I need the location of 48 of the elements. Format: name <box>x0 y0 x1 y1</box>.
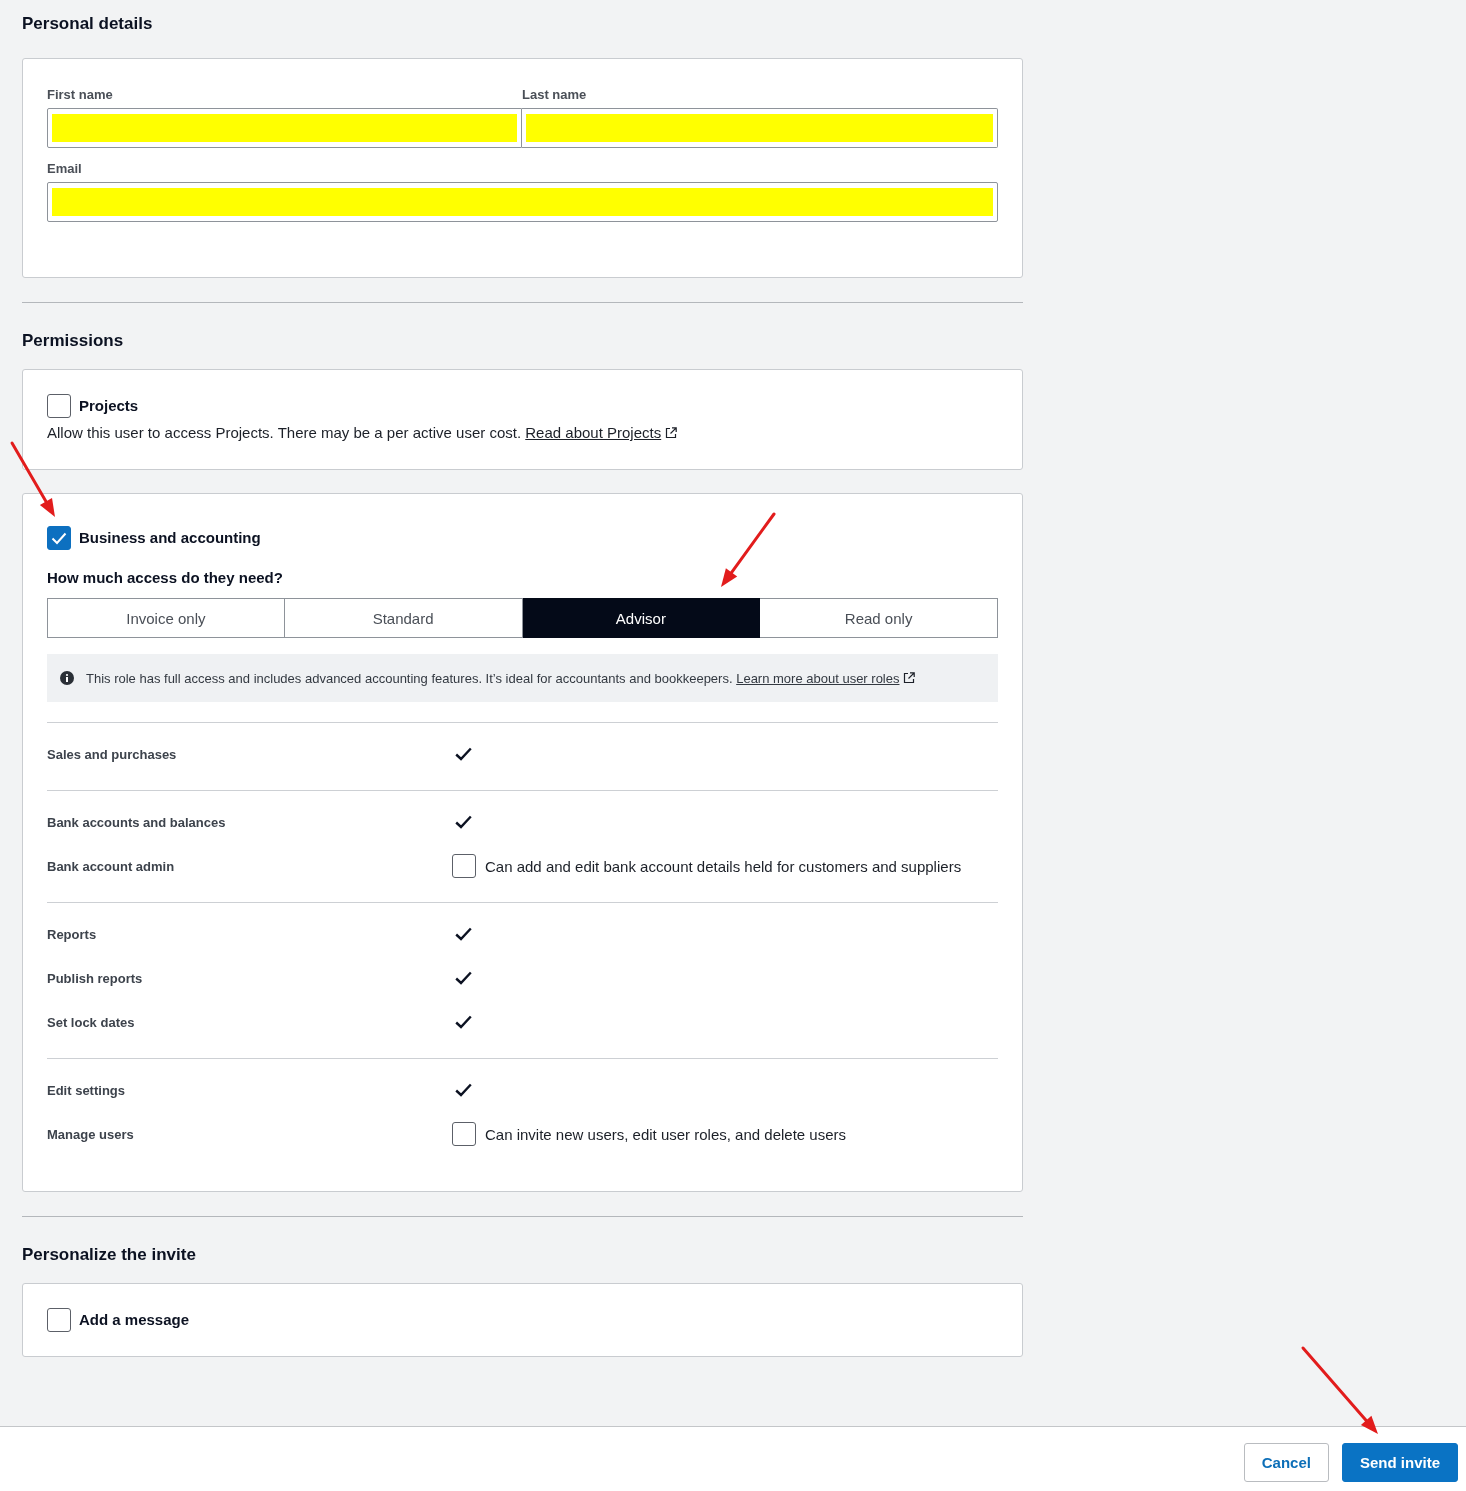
check-icon <box>455 747 472 761</box>
checkbox-label: Projects <box>79 396 139 416</box>
checkbox[interactable] <box>47 394 71 418</box>
section-heading: Personalize the invite <box>22 1244 197 1266</box>
checkbox[interactable] <box>452 854 476 878</box>
external-link-icon <box>903 672 916 684</box>
check-icon <box>455 971 472 985</box>
permission-label: Set lock dates <box>47 1014 136 1030</box>
field-label: Email <box>47 161 83 177</box>
permission-label: Sales and purchases <box>47 746 178 762</box>
permission-label: Reports <box>47 926 98 942</box>
section-heading: Permissions <box>22 330 125 352</box>
input-field[interactable] <box>47 182 998 222</box>
role-tab[interactable]: Read only <box>760 598 998 638</box>
check-icon <box>455 927 472 941</box>
external-link-icon <box>665 427 678 439</box>
check-icon <box>51 531 67 545</box>
role-tab[interactable]: Invoice only <box>47 598 285 638</box>
help-link[interactable]: Read about Projects <box>525 423 678 443</box>
permission-label: Bank accounts and balances <box>47 814 227 830</box>
field-label: First name <box>47 87 114 103</box>
section-heading: Personal details <box>22 13 154 35</box>
help-link[interactable]: Learn more about user roles <box>736 670 916 686</box>
role-tab[interactable]: Advisor <box>522 598 761 638</box>
permission-label: Manage users <box>47 1126 135 1142</box>
permission-label: Edit settings <box>47 1082 126 1098</box>
role-tab[interactable]: Standard <box>284 598 523 638</box>
check-icon <box>455 815 472 829</box>
option-description: Can invite new users, edit user roles, and delete users <box>485 1125 847 1143</box>
checkbox-label: Add a message <box>79 1310 190 1330</box>
permission-label: Publish reports <box>47 970 144 986</box>
input-field[interactable] <box>47 108 522 148</box>
checkbox[interactable] <box>452 1122 476 1146</box>
cancel-button[interactable]: Cancel <box>1243 1443 1329 1482</box>
permission-label: Bank account admin <box>47 858 176 874</box>
checkbox[interactable] <box>47 1308 71 1332</box>
checkbox-label: Business and accounting <box>79 528 261 548</box>
field-label: Last name <box>522 87 588 103</box>
option-description: Can add and edit bank account details held for customers and suppliers <box>485 857 962 875</box>
info-text: This role has full access and includes advanced accounting features. It’s ideal for accountants and bookkeepers. Learn more about user roles <box>86 670 916 686</box>
check-icon <box>455 1015 472 1029</box>
check-icon <box>455 1083 472 1097</box>
input-field[interactable] <box>522 108 998 148</box>
description-text: Allow this user to access Projects. There may be a per active user cost. Read about Projects <box>47 423 998 443</box>
checkbox[interactable] <box>47 526 71 550</box>
send-button[interactable]: Send invite <box>1341 1443 1458 1482</box>
question-text: How much access do they need? <box>47 568 284 588</box>
info-icon <box>60 671 74 685</box>
